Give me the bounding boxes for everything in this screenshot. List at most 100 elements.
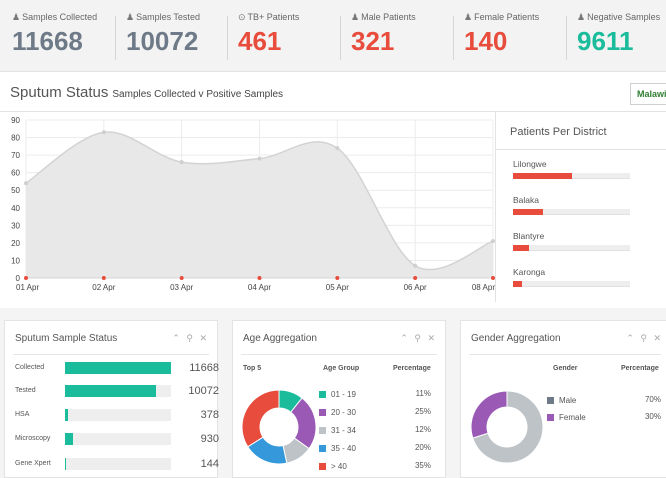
sample-status-bar (65, 362, 171, 374)
series-point[interactable] (257, 156, 262, 161)
series-point[interactable] (413, 263, 418, 268)
legend-item[interactable]: Female 30% (547, 412, 666, 424)
sputum-status-header: Sputum Status Samples Collected v Positiv… (0, 72, 666, 112)
legend-item[interactable]: 01 - 19 11% (319, 389, 439, 401)
sample-status-bar-fill (65, 458, 67, 470)
positive-series-point[interactable] (101, 276, 106, 280)
positive-series-point[interactable] (24, 276, 28, 280)
y-tick-label: 40 (11, 204, 20, 213)
district-name: Balaka (513, 195, 539, 205)
patients-per-district-title: Patients Per District (510, 126, 607, 138)
positive-series-point[interactable] (413, 276, 418, 280)
sample-status-bar (65, 433, 171, 445)
legend-percentage: 70% (644, 395, 661, 404)
x-tick-label: 08 Apr (472, 283, 495, 292)
district-bar-track (513, 281, 630, 287)
legend-label: 31 - 34 (331, 426, 356, 435)
district-bar-track (513, 245, 630, 251)
stat-male-patients: ♟ Male Patients 321 (351, 12, 416, 68)
divider (469, 354, 661, 355)
sample-status-bar (65, 458, 171, 470)
y-tick-label: 80 (11, 134, 20, 143)
positive-series-point[interactable] (257, 276, 262, 280)
sample-status-value: 10072 (188, 385, 219, 397)
district-item[interactable]: Karonga (513, 267, 630, 287)
sample-status-bar (65, 409, 171, 421)
x-tick-label: 03 Apr (170, 283, 193, 292)
user-icon: ♟ (464, 12, 473, 22)
legend-swatch (319, 391, 326, 398)
legend-percentage: 20% (414, 443, 431, 452)
age-donut-chart (241, 389, 317, 465)
sample-status-bar-fill (65, 433, 74, 445)
positive-series-point[interactable] (179, 276, 184, 280)
sputum-status-subtitle: Samples Collected v Positive Samples (112, 89, 284, 100)
series-point[interactable] (179, 160, 184, 165)
panel-tools-icons[interactable]: ⌃ ⚲ ✕ (626, 333, 663, 344)
stat-value: 10072 (126, 26, 199, 56)
user-icon: ♟ (577, 12, 586, 22)
sample-status-label: HSA (15, 411, 30, 418)
x-tick-label: 04 Apr (248, 283, 271, 292)
stat-female-patients: ♟ Female Patients 140 (464, 12, 539, 68)
column-header-top: Top 5 (243, 365, 262, 372)
stat-tb-positive: ⊙ TB+ Patients 461 (238, 12, 299, 68)
sample-status-row: Microscopy 930 (15, 433, 219, 447)
positive-series-point[interactable] (335, 276, 340, 280)
legend-item[interactable]: Male 70% (547, 395, 666, 407)
series-point[interactable] (101, 130, 106, 135)
stat-negative-samples: ♟ Negative Samples 9611 (577, 12, 660, 68)
legend-item[interactable]: 20 - 30 25% (319, 407, 439, 419)
district-name: Blantyre (513, 231, 545, 241)
x-tick-label: 06 Apr (404, 283, 427, 292)
stat-label: Female Patients (474, 12, 540, 22)
legend-item[interactable]: 31 - 34 12% (319, 425, 439, 437)
legend-label: Female (559, 413, 586, 422)
legend-label: 20 - 30 (331, 408, 356, 417)
stat-divider (227, 16, 228, 60)
region-select-button[interactable]: Malawi (630, 83, 666, 105)
sample-status-label: Gene Xpert (15, 460, 51, 467)
panel-tools-icons[interactable]: ⌃ ⚲ ✕ (400, 333, 437, 344)
legend-percentage: 35% (414, 461, 431, 470)
sample-status-value: 11668 (189, 362, 219, 374)
district-name: Lilongwe (513, 159, 547, 169)
panel-tools-icons[interactable]: ⌃ ⚲ ✕ (172, 333, 209, 344)
series-point[interactable] (24, 181, 28, 186)
stats-strip: ♟ Samples Collected 11668 ♟ Samples Tested… (0, 0, 666, 72)
legend-item[interactable]: 35 - 40 20% (319, 443, 439, 455)
legend-label: 35 - 40 (331, 444, 356, 453)
sputum-sample-status-panel: Sputum Sample Status ⌃ ⚲ ✕ Collected 116… (4, 320, 219, 478)
age-aggregation-panel: Age Aggregation ⌃ ⚲ ✕ Top 5 Age Group Pe… (232, 320, 446, 478)
legend-percentage: 11% (415, 389, 431, 398)
y-tick-label: 90 (11, 116, 20, 125)
legend-item[interactable]: > 40 35% (319, 461, 439, 473)
district-item[interactable]: Balaka (513, 195, 630, 215)
gender-aggregation-panel: Gender Aggregation ⌃ ⚲ ✕ Gender Percenta… (460, 320, 666, 478)
user-icon: ♟ (12, 12, 21, 22)
column-header-percentage: Percentage (621, 365, 659, 372)
sample-status-row: Collected 11668 (15, 362, 219, 376)
column-header-gender: Gender (553, 365, 578, 372)
y-tick-label: 70 (11, 151, 20, 160)
stat-label: Samples Tested (136, 12, 200, 22)
donut-slice[interactable] (241, 389, 280, 448)
stat-value: 9611 (577, 26, 634, 56)
gender-donut-chart (471, 390, 544, 464)
divider (241, 354, 437, 355)
panel-title: Sputum Sample Status (15, 333, 118, 344)
sample-status-row: HSA 378 (15, 409, 219, 423)
sample-status-value: 930 (200, 433, 219, 445)
district-bar-fill (513, 245, 530, 251)
y-tick-label: 60 (11, 169, 20, 178)
series-point[interactable] (335, 146, 340, 151)
district-name: Karonga (513, 267, 546, 277)
legend-label: Male (559, 396, 577, 405)
district-item[interactable]: Lilongwe (513, 159, 630, 179)
stat-label: TB+ Patients (247, 12, 300, 22)
legend-swatch (319, 445, 326, 452)
district-item[interactable]: Blantyre (513, 231, 630, 251)
check-circle-icon: ⊙ (238, 12, 246, 22)
district-bar-fill (513, 281, 523, 287)
donut-slice[interactable] (471, 390, 508, 439)
